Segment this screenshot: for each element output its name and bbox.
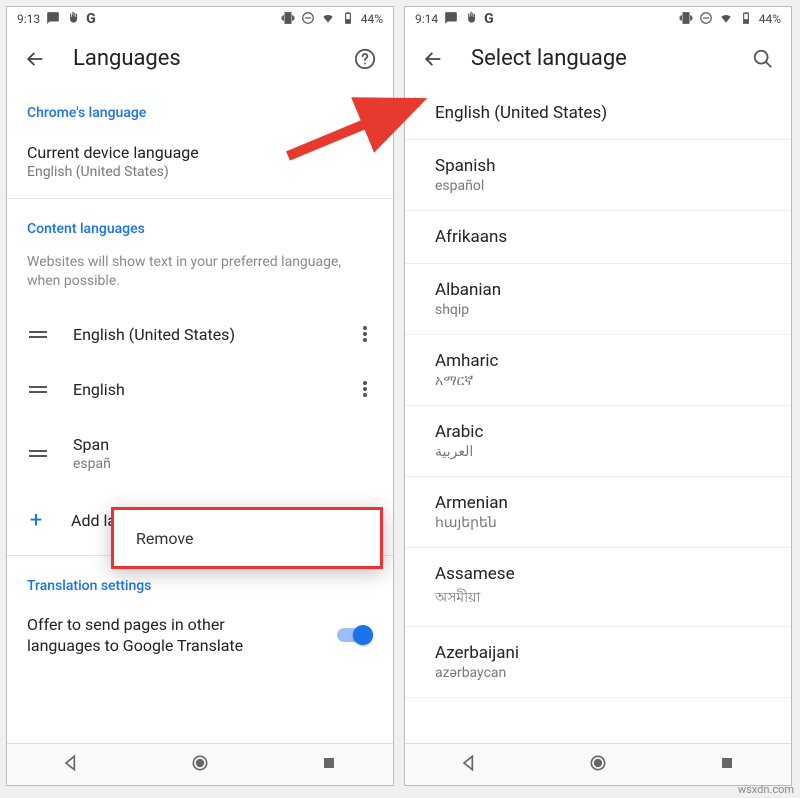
language-option-sublabel: অসমীয়া [435, 586, 761, 610]
language-option-label: Amharic [435, 351, 761, 371]
translate-toggle-label: Offer to send pages in other languages t… [27, 614, 327, 657]
language-option[interactable]: Afrikaans [405, 211, 791, 264]
search-icon[interactable] [749, 45, 777, 73]
notif-google-icon: G [86, 11, 96, 27]
translate-toggle-switch[interactable] [337, 625, 373, 645]
language-option-sublabel: العربية [435, 444, 761, 460]
status-battery-pct: 44% [759, 12, 781, 26]
back-icon[interactable] [21, 45, 49, 73]
nav-recent-icon[interactable] [717, 753, 737, 777]
drag-handle-icon[interactable] [23, 386, 53, 393]
language-option[interactable]: Arabic العربية [405, 406, 791, 477]
language-option-sublabel: azərbaycan [435, 665, 761, 681]
wifi-icon [719, 11, 733, 28]
translate-toggle-row[interactable]: Offer to send pages in other languages t… [7, 602, 393, 657]
back-icon[interactable] [419, 45, 447, 73]
language-option-label: Afrikaans [435, 227, 761, 247]
language-option-sublabel: español [435, 178, 761, 194]
current-device-language-value: English (United States) [27, 164, 373, 180]
status-time: 9:13 [17, 12, 40, 26]
page-title: Languages [73, 46, 181, 71]
status-battery-pct: 44% [361, 12, 383, 26]
help-icon[interactable] [351, 45, 379, 73]
content-language-row[interactable]: English (United States) [7, 307, 393, 362]
nav-home-icon[interactable] [190, 753, 210, 777]
nav-home-icon[interactable] [588, 753, 608, 777]
language-option-label: Azerbaijani [435, 643, 761, 663]
dnd-icon [301, 11, 315, 28]
content-languages-desc: Websites will show text in your preferre… [7, 245, 393, 307]
drag-handle-icon[interactable] [23, 450, 53, 457]
current-device-language-row[interactable]: Current device language English (United … [7, 129, 393, 194]
language-option[interactable]: Azerbaijani azərbaycan [405, 627, 791, 698]
language-option[interactable]: Albanian shqip [405, 264, 791, 335]
vibrate-icon [679, 11, 693, 28]
language-option-label: Assamese [435, 564, 761, 584]
notif-google-icon: G [484, 11, 494, 27]
vibrate-icon [281, 11, 295, 28]
plus-icon: + [27, 508, 45, 533]
content-language-label: English [73, 380, 353, 399]
content-language-label: English (United States) [73, 325, 353, 344]
current-device-language-label: Current device language [27, 143, 373, 162]
context-menu-remove[interactable]: Remove [111, 507, 383, 569]
language-option[interactable]: English (United States) [405, 87, 791, 140]
section-chrome-language: Chrome's language [7, 87, 393, 129]
language-list: English (United States) Spanish español … [405, 87, 791, 743]
page-title: Select language [471, 46, 627, 71]
status-bar: 9:14 G [405, 7, 791, 31]
content-language-row[interactable]: Span españ [7, 417, 393, 490]
phone-left: 9:13 G [6, 6, 394, 786]
language-option-sublabel: հայերեն [435, 515, 761, 531]
language-option[interactable]: Spanish español [405, 140, 791, 211]
language-option[interactable]: Amharic አማርኛ [405, 335, 791, 406]
drag-handle-icon[interactable] [23, 331, 53, 338]
nav-back-icon[interactable] [61, 753, 81, 777]
status-time: 9:14 [415, 12, 438, 26]
status-bar: 9:13 G [7, 7, 393, 31]
watermark: wsxdn.com [738, 783, 794, 796]
section-content-languages: Content languages [7, 203, 393, 245]
content-left: Chrome's language Current device languag… [7, 87, 393, 743]
content-language-label: Span [73, 435, 377, 454]
phone-right: 9:14 G [404, 6, 792, 786]
language-option-label: Spanish [435, 156, 761, 176]
nav-bar [405, 743, 791, 785]
battery-icon [341, 11, 355, 28]
wifi-icon [321, 11, 335, 28]
language-option-sublabel: አማርኛ [435, 373, 761, 389]
nav-back-icon[interactable] [459, 753, 479, 777]
notif-message-icon [444, 11, 458, 28]
content-language-sublabel: españ [73, 456, 377, 472]
nav-recent-icon[interactable] [319, 753, 339, 777]
context-menu-remove-label: Remove [136, 529, 194, 548]
dnd-icon [699, 11, 713, 28]
more-icon[interactable] [353, 326, 377, 342]
language-option-sublabel: shqip [435, 302, 761, 318]
more-icon[interactable] [353, 381, 377, 397]
notif-message-icon [46, 11, 60, 28]
notif-hand-icon [464, 11, 478, 28]
language-option[interactable]: Armenian հայերեն [405, 477, 791, 548]
language-option-label: Armenian [435, 493, 761, 513]
app-bar: Languages [7, 31, 393, 87]
language-option-label: Albanian [435, 280, 761, 300]
content-language-row[interactable]: English [7, 362, 393, 417]
nav-bar [7, 743, 393, 785]
language-option-label: Arabic [435, 422, 761, 442]
battery-icon [739, 11, 753, 28]
notif-hand-icon [66, 11, 80, 28]
language-option[interactable]: Assamese অসমীয়া [405, 548, 791, 627]
divider [7, 198, 393, 199]
app-bar: Select language [405, 31, 791, 87]
language-option-label: English (United States) [435, 103, 761, 123]
